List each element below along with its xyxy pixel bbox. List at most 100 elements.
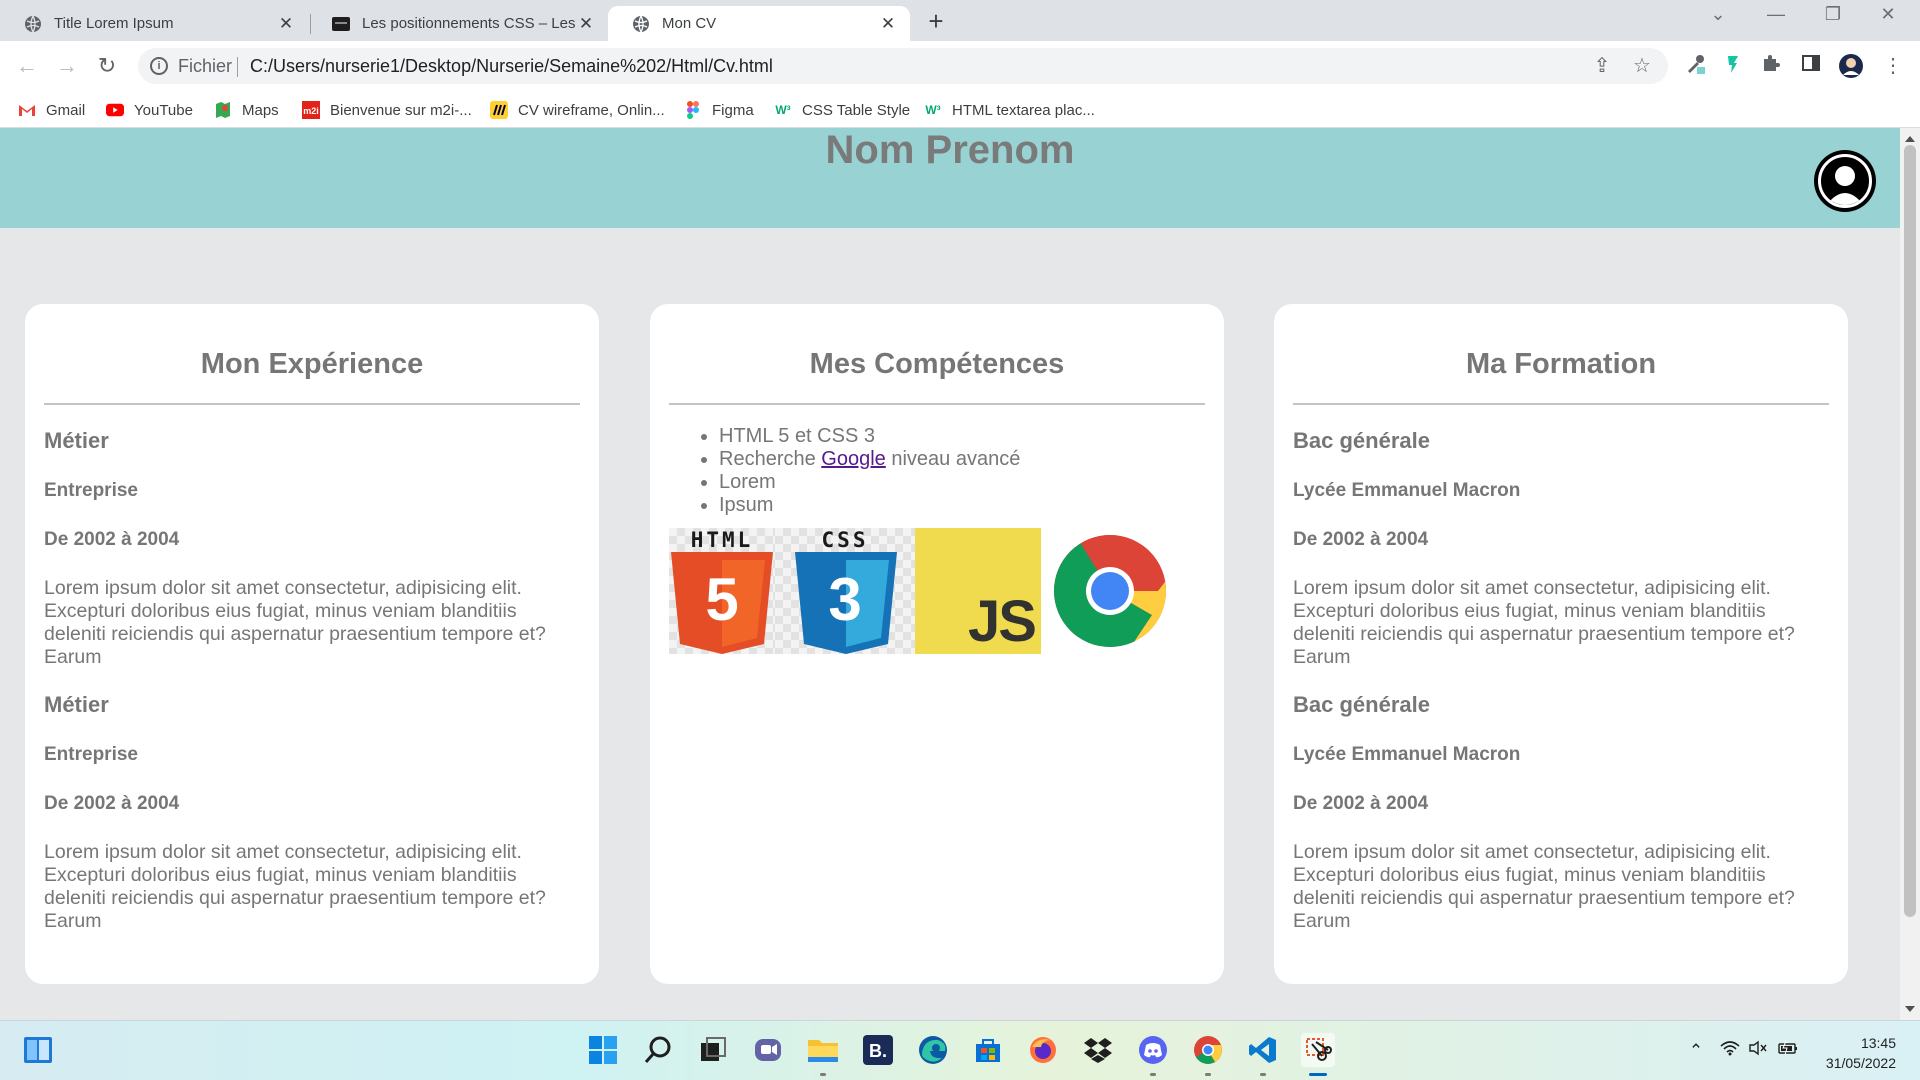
skills-logos: HTML 5 CSS 3 JS — [669, 528, 1205, 654]
vscode-icon[interactable] — [1246, 1033, 1280, 1067]
skill-item: Ipsum — [719, 494, 1205, 517]
bookmark-label: HTML textarea plac... — [952, 101, 1095, 119]
site-info-icon[interactable]: i — [150, 57, 168, 75]
teams-chat-icon[interactable] — [751, 1033, 785, 1067]
experience-entry: Métier Entreprise De 2002 à 2004 Lorem i… — [44, 428, 580, 669]
tab-label: Mon CV — [662, 15, 717, 32]
education-divider — [1293, 403, 1829, 405]
firefox-icon[interactable] — [1026, 1033, 1060, 1067]
user-avatar-icon — [1814, 150, 1876, 212]
windows-taskbar: B. ⌃ 13:45 31/05/2022 — [0, 1020, 1920, 1080]
close-tab-icon[interactable]: ✕ — [276, 14, 296, 34]
store-icon[interactable] — [971, 1033, 1005, 1067]
education-entry: Bac générale Lycée Emmanuel Macron De 20… — [1293, 692, 1829, 933]
bookmark-maps[interactable]: Maps — [214, 99, 279, 121]
education-description: Lorem ipsum dolor sit amet consectetur, … — [1293, 577, 1795, 668]
bookmark-css-table-style[interactable]: W³ CSS Table Style — [774, 99, 910, 121]
scrollbar-thumb[interactable] — [1904, 145, 1916, 917]
job-description: Lorem ipsum dolor sit amet consectetur, … — [44, 841, 546, 932]
clock-date: 31/05/2022 — [1825, 1055, 1896, 1071]
share-icon[interactable]: ⇪ — [1590, 54, 1614, 78]
skill-item: HTML 5 et CSS 3 — [719, 425, 1205, 448]
back-arrow-icon[interactable]: ← — [12, 51, 42, 81]
tab-title-lorem-ipsum[interactable]: Title Lorem Ipsum ✕ — [0, 6, 308, 41]
bookmark-gmail[interactable]: Gmail — [18, 99, 85, 121]
tab-mon-cv[interactable]: Mon CV ✕ — [608, 6, 910, 41]
side-panel-icon[interactable] — [1798, 53, 1824, 79]
file-explorer-icon[interactable] — [806, 1033, 840, 1067]
bookmark-figma[interactable]: Figma — [684, 99, 754, 121]
bookmark-youtube[interactable]: YouTube — [106, 99, 193, 121]
tab-search-chevron-icon[interactable]: ⌄ — [1698, 4, 1738, 25]
globe-icon — [24, 15, 42, 33]
address-scheme-label: Fichier — [178, 56, 233, 76]
bookmark-star-icon[interactable]: ☆ — [1630, 54, 1654, 78]
bookmark-html-textarea[interactable]: W³ HTML textarea plac... — [924, 99, 1095, 121]
tab-css-positioning[interactable]: Les positionnements CSS – Les D ✕ — [308, 6, 608, 41]
education-description: Lorem ipsum dolor sit amet consectetur, … — [1293, 841, 1795, 932]
miro-icon — [490, 101, 508, 119]
close-tab-icon[interactable]: ✕ — [576, 14, 596, 34]
b-app-icon[interactable]: B. — [861, 1033, 895, 1067]
svg-text:m2i: m2i — [303, 106, 319, 116]
battery-charging-icon[interactable] — [1776, 1039, 1800, 1063]
maps-icon — [214, 102, 232, 118]
experience-divider — [44, 403, 580, 405]
job-description: Lorem ipsum dolor sit amet consectetur, … — [44, 577, 546, 668]
tab-label: Title Lorem Ipsum — [54, 15, 174, 32]
experience-card: Mon Expérience Métier Entreprise De 2002… — [25, 304, 599, 984]
profile-avatar-icon[interactable] — [1838, 53, 1864, 79]
scroll-down-arrow-icon[interactable] — [1905, 1006, 1915, 1012]
reload-icon[interactable]: ↻ — [92, 51, 122, 81]
bookmark-m2i[interactable]: m2i Bienvenue sur m2i-... — [302, 99, 472, 121]
search-icon[interactable] — [641, 1033, 675, 1067]
address-bar[interactable]: i Fichier C:/Users/nurserie1/Desktop/Nur… — [138, 48, 1668, 84]
snipping-tool-icon[interactable] — [1301, 1033, 1335, 1067]
education-period: De 2002 à 2004 — [1293, 793, 1429, 814]
volume-muted-icon[interactable] — [1746, 1039, 1770, 1063]
google-link[interactable]: Google — [821, 448, 886, 470]
education-entry: Bac générale Lycée Emmanuel Macron De 20… — [1293, 428, 1829, 669]
forward-arrow-icon[interactable]: → — [52, 51, 82, 81]
job-title: Métier — [44, 428, 109, 453]
diploma-title: Bac générale — [1293, 428, 1430, 453]
browser-menu-icon[interactable]: ⋮ — [1880, 53, 1906, 79]
skills-divider — [669, 403, 1205, 405]
bookmark-label: Gmail — [46, 101, 86, 119]
bookmark-cv-wireframe[interactable]: CV wireframe, Onlin... — [490, 99, 665, 121]
widgets-icon[interactable] — [21, 1033, 55, 1067]
discord-icon[interactable] — [1136, 1033, 1170, 1067]
chrome-icon[interactable] — [1191, 1033, 1225, 1067]
scroll-up-arrow-icon[interactable] — [1905, 136, 1915, 142]
running-indicator — [1205, 1073, 1211, 1076]
minimize-window-icon[interactable]: — — [1756, 4, 1796, 25]
skills-list: HTML 5 et CSS 3 Recherche Google niveau … — [669, 425, 1205, 517]
bookmark-label: CSS Table Style — [802, 101, 911, 119]
system-clock[interactable]: 13:45 31/05/2022 — [1812, 1033, 1896, 1073]
bookmarks-bar: Gmail YouTube Maps m2i Bienvenue sur m2i… — [0, 91, 1920, 128]
show-hidden-icons-chevron-icon[interactable]: ⌃ — [1684, 1039, 1708, 1063]
task-view-icon[interactable] — [696, 1033, 730, 1067]
pin-extension-icon[interactable] — [1720, 53, 1746, 79]
javascript-logo: JS — [915, 528, 1041, 654]
restore-window-icon[interactable]: ❐ — [1813, 4, 1853, 25]
cv-name-heading: Nom Prenom — [825, 128, 1075, 172]
experience-entry: Métier Entreprise De 2002 à 2004 Lorem i… — [44, 692, 580, 933]
dropbox-icon[interactable] — [1081, 1033, 1115, 1067]
page-scrollbar[interactable] — [1900, 128, 1920, 1020]
close-window-icon[interactable]: ✕ — [1868, 4, 1908, 25]
extensions-puzzle-icon[interactable] — [1758, 53, 1784, 79]
address-divider — [237, 57, 238, 77]
bookmark-label: Bienvenue sur m2i-... — [330, 101, 472, 119]
css3-logo-numeral: 3 — [828, 566, 862, 633]
skill-text: niveau avancé — [885, 448, 1021, 470]
wifi-icon[interactable] — [1718, 1039, 1742, 1063]
address-url[interactable]: C:/Users/nurserie1/Desktop/Nurserie/Sema… — [250, 56, 773, 77]
start-icon[interactable] — [586, 1033, 620, 1067]
close-tab-icon[interactable]: ✕ — [878, 14, 898, 34]
running-indicator — [1260, 1073, 1266, 1076]
new-tab-button[interactable]: + — [922, 8, 950, 36]
edge-icon[interactable] — [916, 1033, 950, 1067]
eyedropper-extension-icon[interactable] — [1682, 53, 1708, 79]
clock-time: 13:45 — [1860, 1035, 1896, 1051]
